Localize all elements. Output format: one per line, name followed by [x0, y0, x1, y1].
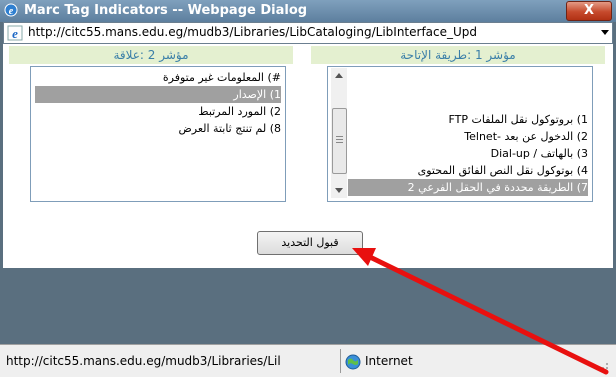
list-item[interactable]: #) المعلومات غير متوفرة: [35, 69, 281, 86]
list-item[interactable]: 3) بالهاتف / Dial-up: [348, 145, 588, 162]
ie-icon: e: [4, 3, 18, 17]
listbox-scrollbar[interactable]: [331, 68, 347, 198]
list-item[interactable]: 4) بوتوكول نقل النص الفائق المحتوى: [348, 162, 588, 179]
svg-text:e: e: [9, 6, 14, 17]
svg-text:e: e: [12, 26, 18, 41]
status-bar: http://citc55.mans.edu.eg/mudb3/Librarie…: [0, 344, 616, 377]
scroll-up-icon[interactable]: [335, 73, 343, 78]
indicator1-listbox[interactable]: 1) بروتوكول نقل الملفات FTP 2) الدخول عن…: [327, 66, 593, 202]
ie-icon: e: [7, 25, 23, 41]
list-item[interactable]: 2) الدخول عن بعد -Telnet: [348, 128, 588, 145]
list-item[interactable]: 2) المورد المرتبط: [35, 103, 281, 120]
indicator2-listbox[interactable]: #) المعلومات غير متوفرة 1) الإصدار 2) ال…: [30, 66, 286, 202]
list-item-selected[interactable]: 1) الإصدار: [35, 86, 281, 103]
status-divider: [340, 349, 341, 373]
list-item[interactable]: 8) لم تنتج ثابتة العرض: [35, 120, 281, 137]
security-zone-label: Internet: [365, 354, 413, 368]
scroll-thumb[interactable]: [332, 108, 347, 174]
dialog-window: e Marc Tag Indicators -- Webpage Dialog …: [0, 0, 616, 377]
indicator1-header: مؤشر 1 :طريقة الإتاحة: [311, 46, 605, 64]
status-url: http://citc55.mans.edu.eg/mudb3/Librarie…: [6, 354, 281, 368]
address-bar[interactable]: e http://citc55.mans.edu.eg/mudb3/Librar…: [3, 22, 613, 44]
resize-grip-icon[interactable]: [596, 357, 610, 371]
title-bar[interactable]: e Marc Tag Indicators -- Webpage Dialog …: [0, 0, 616, 22]
chevron-down-icon[interactable]: [601, 30, 609, 35]
list-item-selected[interactable]: 7) الطريقة محددة في الحقل الفرعي 2: [348, 179, 588, 196]
close-button[interactable]: X: [566, 1, 612, 21]
window-title: Marc Tag Indicators -- Webpage Dialog: [24, 3, 308, 18]
globe-icon: [345, 354, 361, 370]
accept-selection-button[interactable]: قبول التحديد: [257, 231, 363, 255]
address-url: http://citc55.mans.edu.eg/mudb3/Librarie…: [28, 25, 478, 39]
close-icon: X: [583, 3, 595, 18]
list-item[interactable]: 1) بروتوكول نقل الملفات FTP: [348, 111, 588, 128]
indicator2-header: مؤشر 2 :علاقة: [9, 46, 293, 64]
scroll-down-icon[interactable]: [335, 188, 343, 193]
